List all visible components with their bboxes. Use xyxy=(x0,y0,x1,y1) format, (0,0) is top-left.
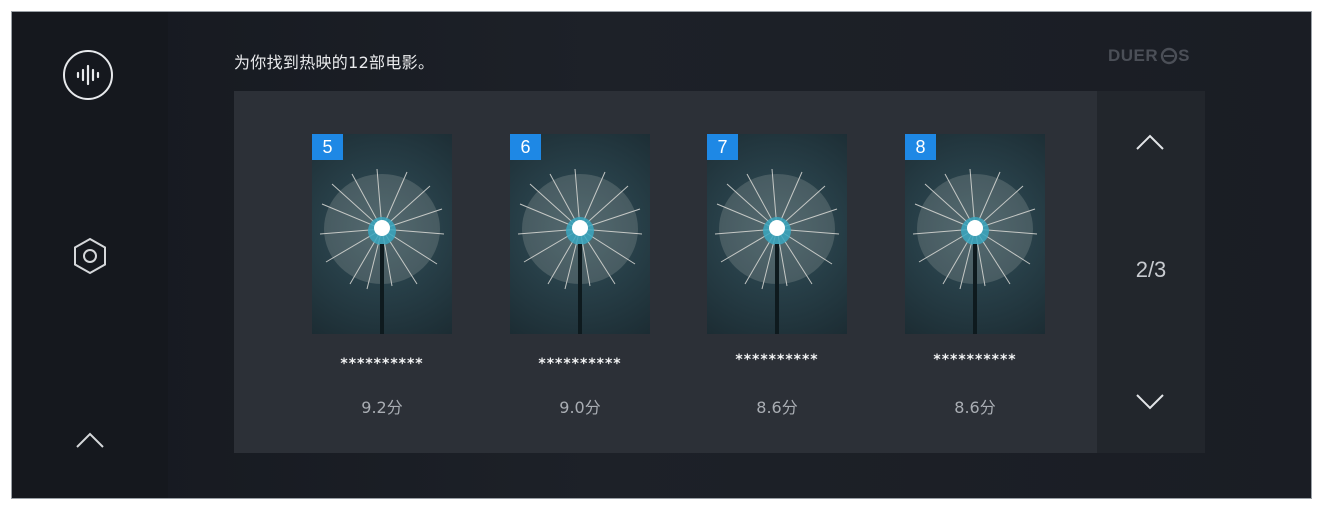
movie-poster: 5 xyxy=(312,134,452,334)
dueros-logo: DUER S xyxy=(1108,45,1190,67)
movie-index-badge: 8 xyxy=(905,134,936,160)
movie-poster: 8 xyxy=(905,134,1045,334)
dandelion-image xyxy=(319,168,445,334)
movie-poster: 7 xyxy=(707,134,847,334)
movie-poster: 6 xyxy=(510,134,650,334)
voice-waveform-icon xyxy=(76,64,100,86)
logo-o-icon xyxy=(1160,47,1178,65)
movie-title: ********** xyxy=(340,356,424,372)
chevron-up-icon xyxy=(1136,134,1164,150)
movie-card[interactable]: 7 ********** 8.6分 xyxy=(692,134,852,424)
dandelion-image xyxy=(714,168,840,334)
movie-index-badge: 6 xyxy=(510,134,541,160)
movie-rating: 9.2分 xyxy=(361,398,403,417)
hexagon-settings-icon xyxy=(74,237,106,275)
page-indicator: 2/3 xyxy=(1135,257,1167,282)
page-down-button[interactable] xyxy=(1132,386,1168,418)
movie-card[interactable]: 8 ********** 8.6分 xyxy=(890,134,1050,424)
movie-card[interactable]: 5 ********** 9.2分 xyxy=(297,134,457,424)
sidebar xyxy=(12,12,168,498)
settings-button[interactable] xyxy=(70,234,110,278)
movie-title: ********** xyxy=(735,352,819,368)
chevron-up-icon xyxy=(76,432,104,448)
voice-button[interactable] xyxy=(63,50,113,100)
result-title: 为你找到热映的12部电影。 xyxy=(234,53,435,72)
dandelion-image xyxy=(912,168,1038,334)
movie-rating: 8.6分 xyxy=(954,398,996,417)
movie-card[interactable]: 6 ********** 9.0分 xyxy=(495,134,655,424)
movie-index-badge: 5 xyxy=(312,134,343,160)
movie-title: ********** xyxy=(538,356,622,372)
chevron-down-icon xyxy=(1136,394,1164,410)
collapse-button[interactable] xyxy=(72,427,108,453)
movie-title: ********** xyxy=(933,352,1017,368)
logo-text: DUER xyxy=(1108,46,1159,65)
movie-index-badge: 7 xyxy=(707,134,738,160)
movie-rating: 9.0分 xyxy=(559,398,601,417)
dandelion-image xyxy=(517,168,643,334)
page-up-button[interactable] xyxy=(1132,126,1168,158)
movie-rating: 8.6分 xyxy=(756,398,798,417)
logo-suffix: S xyxy=(1178,46,1191,65)
